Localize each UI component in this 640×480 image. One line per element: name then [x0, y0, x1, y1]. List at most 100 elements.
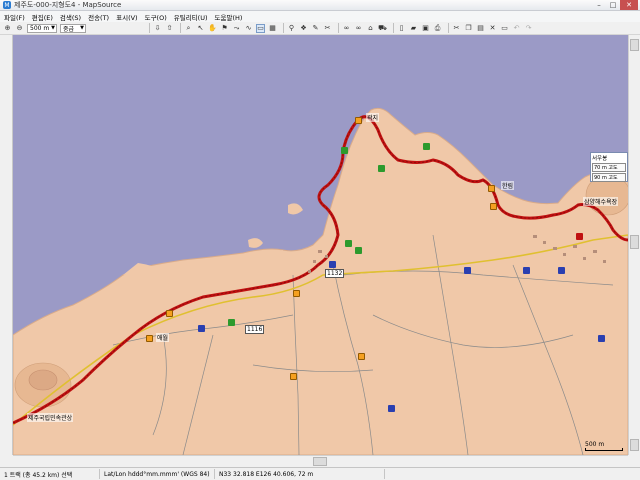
home-icon[interactable]: ⌂: [366, 24, 375, 33]
land-area: [13, 107, 628, 455]
find-address-icon[interactable]: ✎: [311, 24, 320, 33]
attraction-icon[interactable]: [146, 335, 153, 342]
map-canvas[interactable]: [13, 35, 628, 455]
map-scale-bar: 500 m: [585, 441, 623, 451]
copy-icon[interactable]: ❐: [464, 24, 473, 33]
paste-icon[interactable]: ▤: [476, 24, 485, 33]
menu-utilities[interactable]: 유틸리티(U): [174, 12, 208, 22]
delete-icon[interactable]: ✕: [488, 24, 497, 33]
vertical-scroll-thumb[interactable]: [630, 235, 639, 249]
horizontal-scrollbar[interactable]: [13, 455, 628, 467]
status-bar: 1 트랙 (총 45.2 km) 선택 Lat/Lon hddd°mm.mmm'…: [0, 467, 640, 480]
attraction-icon[interactable]: [488, 185, 495, 192]
close-button[interactable]: ✕: [620, 0, 638, 10]
menu-transfer[interactable]: 전송(T): [88, 12, 109, 22]
lodging-icon[interactable]: [329, 261, 336, 268]
save-file-icon[interactable]: ▣: [421, 24, 430, 33]
start-flag-icon[interactable]: [355, 117, 362, 124]
undo-icon[interactable]: ↶: [512, 24, 521, 33]
find-nearest-icon[interactable]: ❖: [299, 24, 308, 33]
label-jeju-park: 제주국립민속관상: [27, 413, 74, 422]
elevation-info-panel: 서우봉 70 m 고도 90 m 고도: [590, 152, 628, 182]
menu-tools[interactable]: 도구(O): [145, 12, 167, 22]
zoom-in-icon[interactable]: ⊕: [3, 24, 12, 33]
map-view[interactable]: 곽지 한림 애월 삼양해수욕장 제주국립민속관상 1132 1116 서우봉 7…: [13, 35, 628, 455]
lodging-icon[interactable]: [523, 267, 530, 274]
detail-combo[interactable]: 중급 ▼: [60, 23, 86, 33]
redo-icon[interactable]: ↷: [524, 24, 533, 33]
label-samyang: 삼양해수욕장: [583, 197, 619, 206]
park-icon[interactable]: [355, 247, 362, 254]
binoculars-icon[interactable]: ∞: [342, 24, 351, 33]
app-icon: M: [3, 1, 11, 9]
new-file-icon[interactable]: ▯: [397, 24, 406, 33]
status-cursor-coordinates: N33 32.818 E126 40.606, 72 m: [215, 469, 385, 479]
park-icon[interactable]: [378, 165, 385, 172]
map-tool-icon[interactable]: ▦: [268, 24, 277, 33]
zoom-out-icon[interactable]: ⊖: [15, 24, 24, 33]
lodging-icon[interactable]: [198, 325, 205, 332]
scale-label: 500 m: [585, 441, 605, 448]
maximize-button[interactable]: □: [606, 0, 620, 10]
menu-file[interactable]: 파일(F): [4, 12, 25, 22]
zoom-tool-icon[interactable]: ⌕: [184, 24, 193, 33]
menu-edit[interactable]: 편집(E): [32, 12, 53, 22]
track-tool-icon[interactable]: ∿: [244, 24, 253, 33]
toolbar: ⊕ ⊖ 500 m ▼ 중급 ▼ ⇩ ⇧ ⌕ ↖ ✋ ⚑ ⤳ ∿ ▭ ▦ ⚲ ❖ ✎…: [0, 22, 640, 35]
menu-help[interactable]: 도움말(H): [215, 12, 243, 22]
park-icon[interactable]: [228, 319, 235, 326]
attraction-icon[interactable]: [166, 310, 173, 317]
minimize-button[interactable]: –: [592, 0, 606, 10]
menu-view[interactable]: 표시(V): [116, 12, 137, 22]
west-hill-inner: [28, 369, 58, 391]
route-number-1132: 1132: [325, 269, 345, 278]
find-places-icon[interactable]: ⚲: [287, 24, 296, 33]
route-tool-icon[interactable]: ⤳: [232, 24, 241, 33]
vertical-scrollbar[interactable]: [628, 35, 640, 455]
status-track-selection: 1 트랙 (총 45.2 km) 선택: [0, 469, 100, 479]
attraction-icon[interactable]: [290, 373, 297, 380]
find-intersection-icon[interactable]: ✂: [323, 24, 332, 33]
attraction-icon[interactable]: [293, 290, 300, 297]
properties-icon[interactable]: ▭: [500, 24, 509, 33]
lodging-icon[interactable]: [388, 405, 395, 412]
lodging-icon[interactable]: [464, 267, 471, 274]
islet-1: [248, 238, 263, 248]
detail-combo-value: 중급: [63, 25, 75, 33]
waypoint-tool-icon[interactable]: ⚑: [220, 24, 229, 33]
binoculars-next-icon[interactable]: ∞: [354, 24, 363, 33]
route-number-1116: 1116: [245, 325, 265, 334]
car-icon[interactable]: ⛟: [378, 24, 387, 33]
elevation-panel-title: 서우봉: [592, 156, 608, 162]
distance-tool-icon[interactable]: ▭: [256, 23, 265, 33]
status-coordinate-format: Lat/Lon hddd°mm.mmm' (WGS 84): [100, 469, 215, 479]
left-sidebar-collapsed[interactable]: [0, 35, 13, 455]
attraction-icon[interactable]: [358, 353, 365, 360]
lodging-icon[interactable]: [598, 335, 605, 342]
park-icon[interactable]: [423, 143, 430, 150]
scroll-down-button[interactable]: [630, 439, 639, 451]
label-aewol: 애월: [156, 333, 170, 342]
cut-icon[interactable]: ✂: [452, 24, 461, 33]
print-icon[interactable]: ⎙: [433, 24, 442, 33]
menu-search[interactable]: 검색(S): [60, 12, 81, 22]
label-hallim: 한림: [501, 181, 515, 190]
elevation-row-2: 90 m 고도: [592, 173, 626, 182]
park-icon[interactable]: [341, 147, 348, 154]
attraction-icon[interactable]: [490, 203, 497, 210]
hand-tool-icon[interactable]: ✋: [208, 24, 217, 33]
open-file-icon[interactable]: ▰: [409, 24, 418, 33]
elevation-row-1: 70 m 고도: [592, 163, 626, 172]
lodging-icon[interactable]: [558, 267, 565, 274]
receive-from-device-icon[interactable]: ⇩: [153, 24, 162, 33]
title-bar: M 제주도-000-지형도4 - MapSource – □ ✕: [0, 0, 640, 11]
park-icon[interactable]: [345, 240, 352, 247]
scroll-up-button[interactable]: [630, 39, 639, 51]
window-controls: – □ ✕: [592, 0, 638, 10]
send-to-device-icon[interactable]: ⇧: [165, 24, 174, 33]
end-flag-icon[interactable]: [576, 233, 583, 240]
window-title: 제주도-000-지형도4 - MapSource: [14, 1, 122, 9]
select-tool-icon[interactable]: ↖: [196, 24, 205, 33]
horizontal-scroll-thumb[interactable]: [313, 457, 327, 466]
scale-combo[interactable]: 500 m ▼: [27, 23, 57, 33]
